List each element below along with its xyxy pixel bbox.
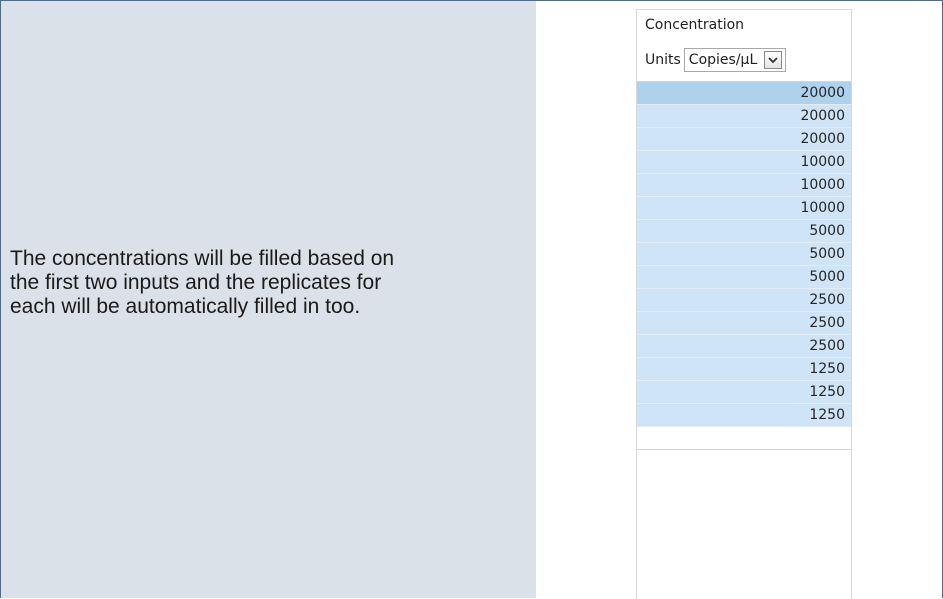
concentration-cell[interactable]: 5000	[637, 220, 851, 243]
concentration-cell[interactable]: 20000	[637, 105, 851, 128]
concentration-cell[interactable]: 20000	[637, 128, 851, 151]
concentration-cell[interactable]: 2500	[637, 335, 851, 358]
concentration-grid: Concentration Units Copies/µL 20000 2000…	[636, 9, 852, 599]
note-line: each will be automatically filled in too…	[10, 295, 361, 318]
column-title: Concentration	[645, 17, 745, 33]
units-label: Units	[645, 52, 681, 68]
concentration-cell[interactable]: 2500	[637, 312, 851, 335]
note-line: The concentrations will be filled based …	[10, 247, 395, 270]
concentration-cell[interactable]: 5000	[637, 266, 851, 289]
concentration-cell[interactable]: 20000	[637, 82, 851, 105]
concentration-cell[interactable]: 1250	[637, 404, 851, 427]
concentration-cell[interactable]: 1250	[637, 358, 851, 381]
concentration-cell[interactable]: 5000	[637, 243, 851, 266]
concentration-cell[interactable]: 10000	[637, 174, 851, 197]
chevron-down-icon[interactable]	[764, 51, 783, 69]
concentration-cell[interactable]: 2500	[637, 289, 851, 312]
note-line: the first two inputs and the replicates …	[10, 271, 382, 294]
note-panel: The concentrations will be filled based …	[1, 1, 536, 598]
units-row: Units Copies/µL	[645, 48, 787, 72]
concentration-cell[interactable]: 10000	[637, 151, 851, 174]
units-selected-value: Copies/µL	[688, 52, 758, 68]
concentration-rows: 20000 20000 20000 10000 10000 10000 5000…	[637, 82, 851, 450]
units-dropdown[interactable]: Copies/µL	[683, 48, 787, 72]
column-header: Concentration Units Copies/µL	[637, 10, 851, 82]
concentration-cell[interactable]: 1250	[637, 381, 851, 404]
note-text: The concentrations will be filled based …	[10, 247, 530, 319]
concentration-cell-empty[interactable]	[637, 427, 851, 450]
concentration-cell[interactable]: 10000	[637, 197, 851, 220]
